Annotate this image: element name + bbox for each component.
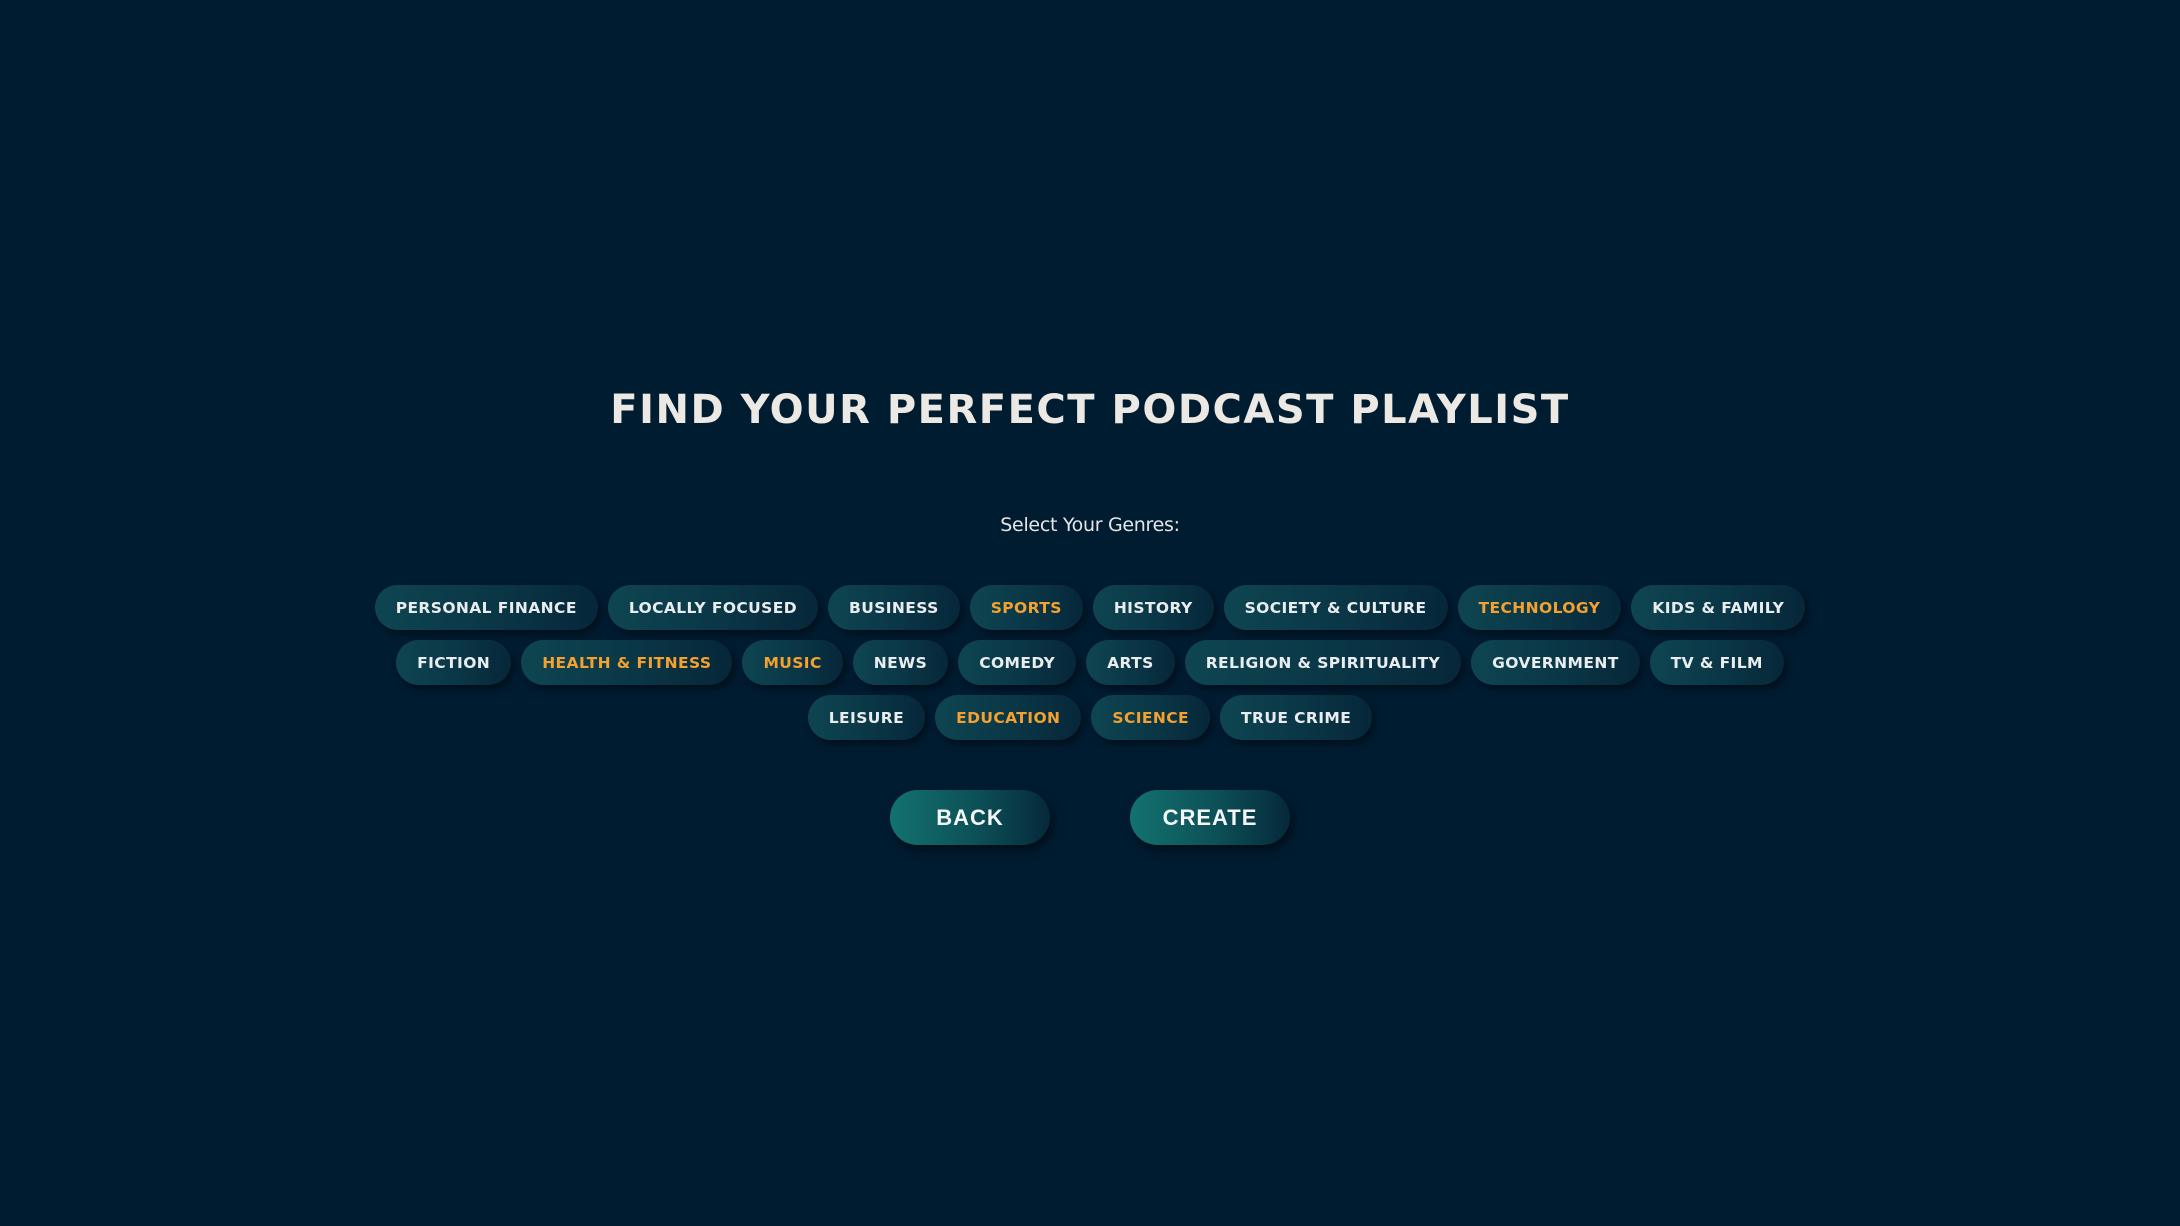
- genre-pill-personal-finance[interactable]: PERSONAL FINANCE: [374, 585, 598, 630]
- genre-pill-leisure[interactable]: LEISURE: [807, 695, 926, 740]
- genre-pill-technology[interactable]: TECHNOLOGY: [1457, 585, 1622, 630]
- genre-pill-fiction[interactable]: FICTION: [396, 640, 512, 685]
- create-button[interactable]: CREATE: [1130, 790, 1290, 845]
- genre-pill-news[interactable]: NEWS: [852, 640, 949, 685]
- page-title: FIND YOUR PERFECT PODCAST PLAYLIST: [610, 387, 1570, 433]
- genres-prompt: Select Your Genres:: [1000, 514, 1180, 536]
- genre-pill-arts[interactable]: ARTS: [1086, 640, 1175, 685]
- genre-pill-tv-film[interactable]: TV & FILM: [1649, 640, 1784, 685]
- genre-pill-locally-focused[interactable]: LOCALLY FOCUSED: [607, 585, 818, 630]
- genre-pill-true-crime[interactable]: TRUE CRIME: [1220, 695, 1373, 740]
- genre-list: PERSONAL FINANCE LOCALLY FOCUSED BUSINES…: [370, 585, 1810, 740]
- genre-pill-sports[interactable]: SPORTS: [969, 585, 1083, 630]
- genre-pill-music[interactable]: MUSIC: [742, 640, 843, 685]
- genre-pill-health-fitness[interactable]: HEALTH & FITNESS: [521, 640, 733, 685]
- genre-pill-education[interactable]: EDUCATION: [935, 695, 1082, 740]
- genre-pill-comedy[interactable]: COMEDY: [958, 640, 1077, 685]
- genre-pill-society-culture[interactable]: SOCIETY & CULTURE: [1223, 585, 1448, 630]
- podcast-playlist-page: FIND YOUR PERFECT PODCAST PLAYLIST Selec…: [0, 0, 2180, 1226]
- genre-pill-religion-spirituality[interactable]: RELIGION & SPIRITUALITY: [1184, 640, 1462, 685]
- genre-pill-history[interactable]: HISTORY: [1092, 585, 1214, 630]
- action-bar: BACK CREATE: [0, 790, 2180, 845]
- genre-pill-business[interactable]: BUSINESS: [828, 585, 960, 630]
- back-button[interactable]: BACK: [890, 790, 1050, 845]
- genre-pill-science[interactable]: SCIENCE: [1091, 695, 1211, 740]
- genre-pill-kids-family[interactable]: KIDS & FAMILY: [1631, 585, 1806, 630]
- genre-pill-government[interactable]: GOVERNMENT: [1471, 640, 1640, 685]
